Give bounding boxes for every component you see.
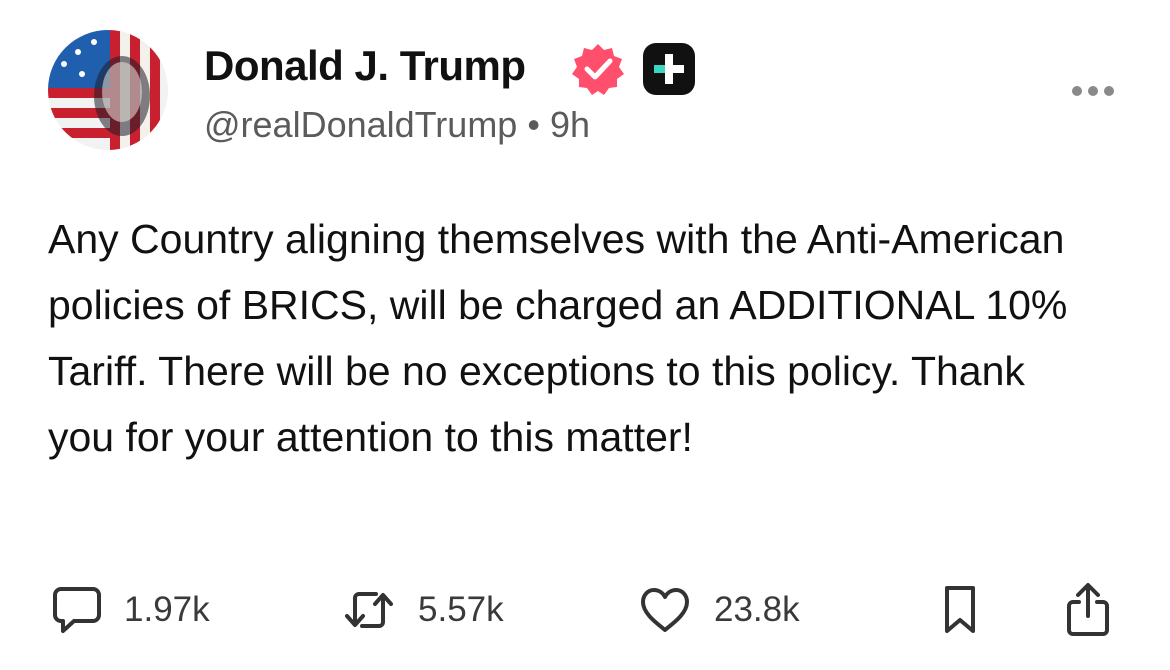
like-count: 23.8k [714, 590, 800, 629]
repost-count: 5.57k [418, 590, 504, 629]
speech-bubble-icon [53, 587, 101, 633]
bookmark-button[interactable] [941, 582, 979, 638]
plus-badge-icon [642, 42, 696, 96]
repost-button[interactable]: 5.57k [342, 582, 504, 638]
heart-icon [641, 588, 689, 632]
share-button[interactable] [1064, 582, 1112, 638]
post-timestamp[interactable]: 9h [550, 104, 590, 145]
bookmark-icon [945, 586, 975, 633]
author-name[interactable]: Donald J. Trump [204, 40, 526, 92]
verified-badge-icon [570, 41, 626, 97]
share-icon [1067, 583, 1109, 636]
reply-button[interactable]: 1.97k [52, 582, 210, 638]
author-handle[interactable]: @realDonaldTrump [204, 104, 517, 145]
like-button[interactable]: 23.8k [638, 582, 800, 638]
post-card: Donald J. Trump @realDonaldTrump • 9h Any … [0, 0, 1170, 670]
repost-arrows-icon [345, 592, 393, 628]
more-options-icon [1072, 86, 1114, 96]
post-body-text: Any Country aligning themselves with the… [48, 216, 1068, 460]
more-options-button[interactable] [1068, 76, 1118, 106]
author-meta: @realDonaldTrump • 9h [204, 102, 590, 148]
reply-count: 1.97k [124, 590, 210, 629]
meta-separator: • [527, 104, 540, 145]
avatar-image [48, 30, 168, 150]
avatar[interactable] [48, 30, 168, 150]
